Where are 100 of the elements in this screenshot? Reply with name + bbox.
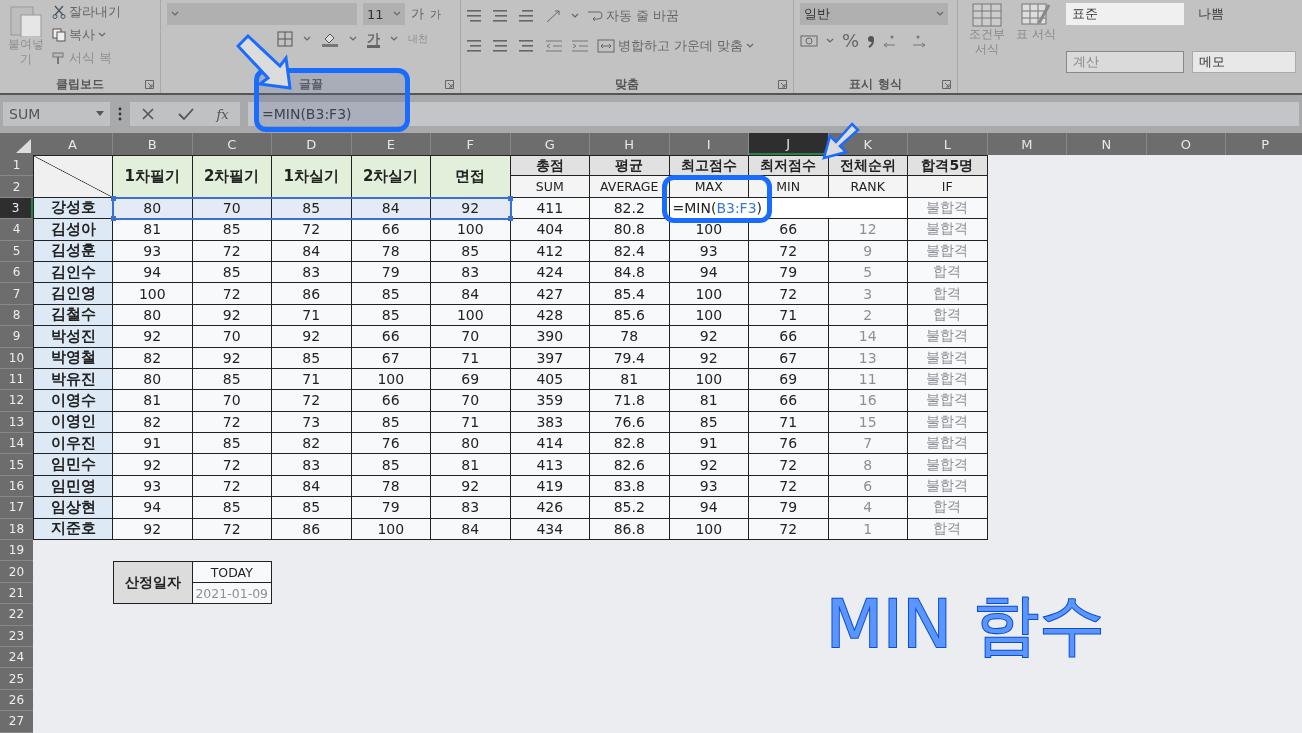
caret-icon[interactable] — [746, 43, 755, 49]
currency-icon[interactable] — [800, 33, 818, 48]
row-header[interactable]: 3 — [0, 197, 33, 220]
copy-button[interactable]: 복사 — [52, 26, 121, 44]
dialog-launcher-icon[interactable] — [145, 80, 154, 89]
row-header[interactable]: 9 — [0, 326, 33, 348]
column-header[interactable]: H — [590, 133, 670, 155]
dialog-launcher-icon[interactable] — [445, 80, 455, 89]
table-cell: 70 — [431, 390, 511, 412]
row-header[interactable]: 2 — [0, 176, 33, 198]
column-header[interactable]: F — [431, 133, 511, 155]
column-header[interactable]: M — [987, 133, 1067, 155]
grow-font-button[interactable]: 가 — [411, 5, 424, 23]
caret-icon[interactable] — [390, 36, 398, 42]
row-header[interactable]: 8 — [0, 304, 33, 327]
row-header[interactable]: 14 — [0, 433, 33, 455]
row-label-cell: 임민영 — [33, 475, 113, 498]
row-header[interactable]: 21 — [0, 582, 33, 605]
table-cell: 93 — [113, 240, 193, 262]
cell-style-button[interactable]: 나쁨 — [1192, 3, 1296, 25]
merge-center-button[interactable]: 병합하고 가운데 맞춤 — [597, 37, 755, 55]
caret-icon[interactable] — [349, 36, 357, 42]
row-header[interactable]: 19 — [0, 540, 33, 562]
merge-cells-icon[interactable] — [597, 39, 616, 53]
comma-style-icon[interactable] — [867, 33, 876, 48]
row-header[interactable]: 12 — [0, 390, 33, 412]
row-header[interactable]: 7 — [0, 283, 33, 305]
row-header[interactable]: 10 — [0, 347, 33, 369]
caret-icon[interactable] — [393, 11, 401, 17]
caret-icon[interactable] — [571, 13, 580, 19]
row-header[interactable]: 26 — [0, 689, 33, 712]
select-all-button[interactable] — [0, 133, 33, 155]
table-cell: 92 — [431, 475, 511, 498]
row-header[interactable]: 25 — [0, 668, 33, 690]
group-label: 글꼴 — [298, 75, 323, 93]
column-header[interactable]: I — [669, 133, 749, 155]
row-header[interactable]: 22 — [0, 604, 33, 626]
row-header[interactable]: 13 — [0, 411, 33, 434]
column-header[interactable]: A — [33, 133, 113, 155]
row-header[interactable]: 17 — [0, 497, 33, 519]
table-grid-icon[interactable] — [972, 3, 1002, 27]
row-header[interactable]: 6 — [0, 261, 33, 284]
caret-icon[interactable] — [826, 37, 834, 44]
column-header[interactable]: L — [908, 133, 988, 155]
fill-color-icon[interactable] — [321, 31, 339, 47]
brush-icon[interactable] — [52, 51, 66, 65]
shrink-font-button[interactable]: 가 — [430, 6, 441, 22]
font-color-button[interactable]: 가 — [367, 30, 380, 48]
row-header[interactable]: 11 — [0, 368, 33, 391]
table-cell: 73 — [272, 411, 352, 434]
table-cell: 92 — [272, 326, 352, 348]
column-header[interactable]: D — [272, 133, 352, 155]
row-header[interactable]: 23 — [0, 625, 33, 647]
more-icon[interactable] — [118, 107, 122, 121]
column-header[interactable]: N — [1067, 133, 1147, 155]
row-header[interactable]: 20 — [0, 561, 33, 583]
cell-style-button[interactable]: 표준 — [1066, 3, 1184, 25]
header-cell: 면접 — [431, 155, 511, 198]
borders-icon[interactable] — [277, 31, 293, 47]
table-cell: 86 — [272, 518, 352, 541]
row-header[interactable]: 4 — [0, 219, 33, 241]
check-icon[interactable] — [177, 107, 194, 121]
font-size-dropdown[interactable]: 11 — [363, 3, 405, 25]
column-header[interactable]: J — [749, 133, 829, 155]
copy-icon[interactable] — [52, 28, 66, 42]
cell-style-button[interactable]: 메모 — [1192, 51, 1296, 73]
clipboard-icon[interactable] — [9, 3, 43, 37]
number-format-dropdown[interactable]: 일반 — [800, 3, 948, 25]
cancel-icon[interactable] — [141, 107, 156, 121]
row-header[interactable]: 18 — [0, 518, 33, 541]
column-header[interactable]: E — [351, 133, 431, 155]
cut-button[interactable]: 잘라내기 — [52, 3, 121, 21]
row-header[interactable]: 1 — [0, 155, 33, 177]
formula-field[interactable]: =MIN(B3:F3) — [248, 102, 1299, 126]
cell-style-button[interactable]: 계산 — [1066, 51, 1184, 73]
percent-button[interactable]: % — [842, 30, 860, 51]
column-header[interactable]: P — [1226, 133, 1302, 155]
column-header[interactable]: G — [510, 133, 590, 155]
caret-icon[interactable] — [98, 32, 106, 38]
column-header[interactable]: O — [1146, 133, 1226, 155]
table-cell: 82.6 — [590, 454, 670, 476]
name-box[interactable]: SUM — [3, 102, 110, 126]
dropdown-icon[interactable] — [96, 111, 104, 117]
wrap-text-icon[interactable] — [587, 9, 604, 23]
row-header[interactable]: 16 — [0, 475, 33, 498]
column-header[interactable]: C — [192, 133, 272, 155]
wrap-text-button[interactable]: 자동 줄 바꿈 — [587, 7, 680, 25]
row-header[interactable]: 15 — [0, 454, 33, 476]
insert-function-button[interactable]: fx — [216, 106, 229, 122]
caret-icon[interactable] — [303, 36, 311, 42]
dialog-launcher-icon[interactable] — [778, 80, 787, 89]
row-header[interactable]: 27 — [0, 711, 33, 733]
scissors-icon[interactable] — [52, 5, 66, 19]
table-brush-icon[interactable] — [1021, 3, 1051, 27]
caret-icon[interactable] — [936, 11, 944, 17]
column-header[interactable]: B — [113, 133, 193, 155]
caret-icon[interactable] — [171, 11, 179, 17]
row-header[interactable]: 5 — [0, 240, 33, 262]
dialog-launcher-icon[interactable] — [942, 80, 951, 89]
row-header[interactable]: 24 — [0, 647, 33, 669]
